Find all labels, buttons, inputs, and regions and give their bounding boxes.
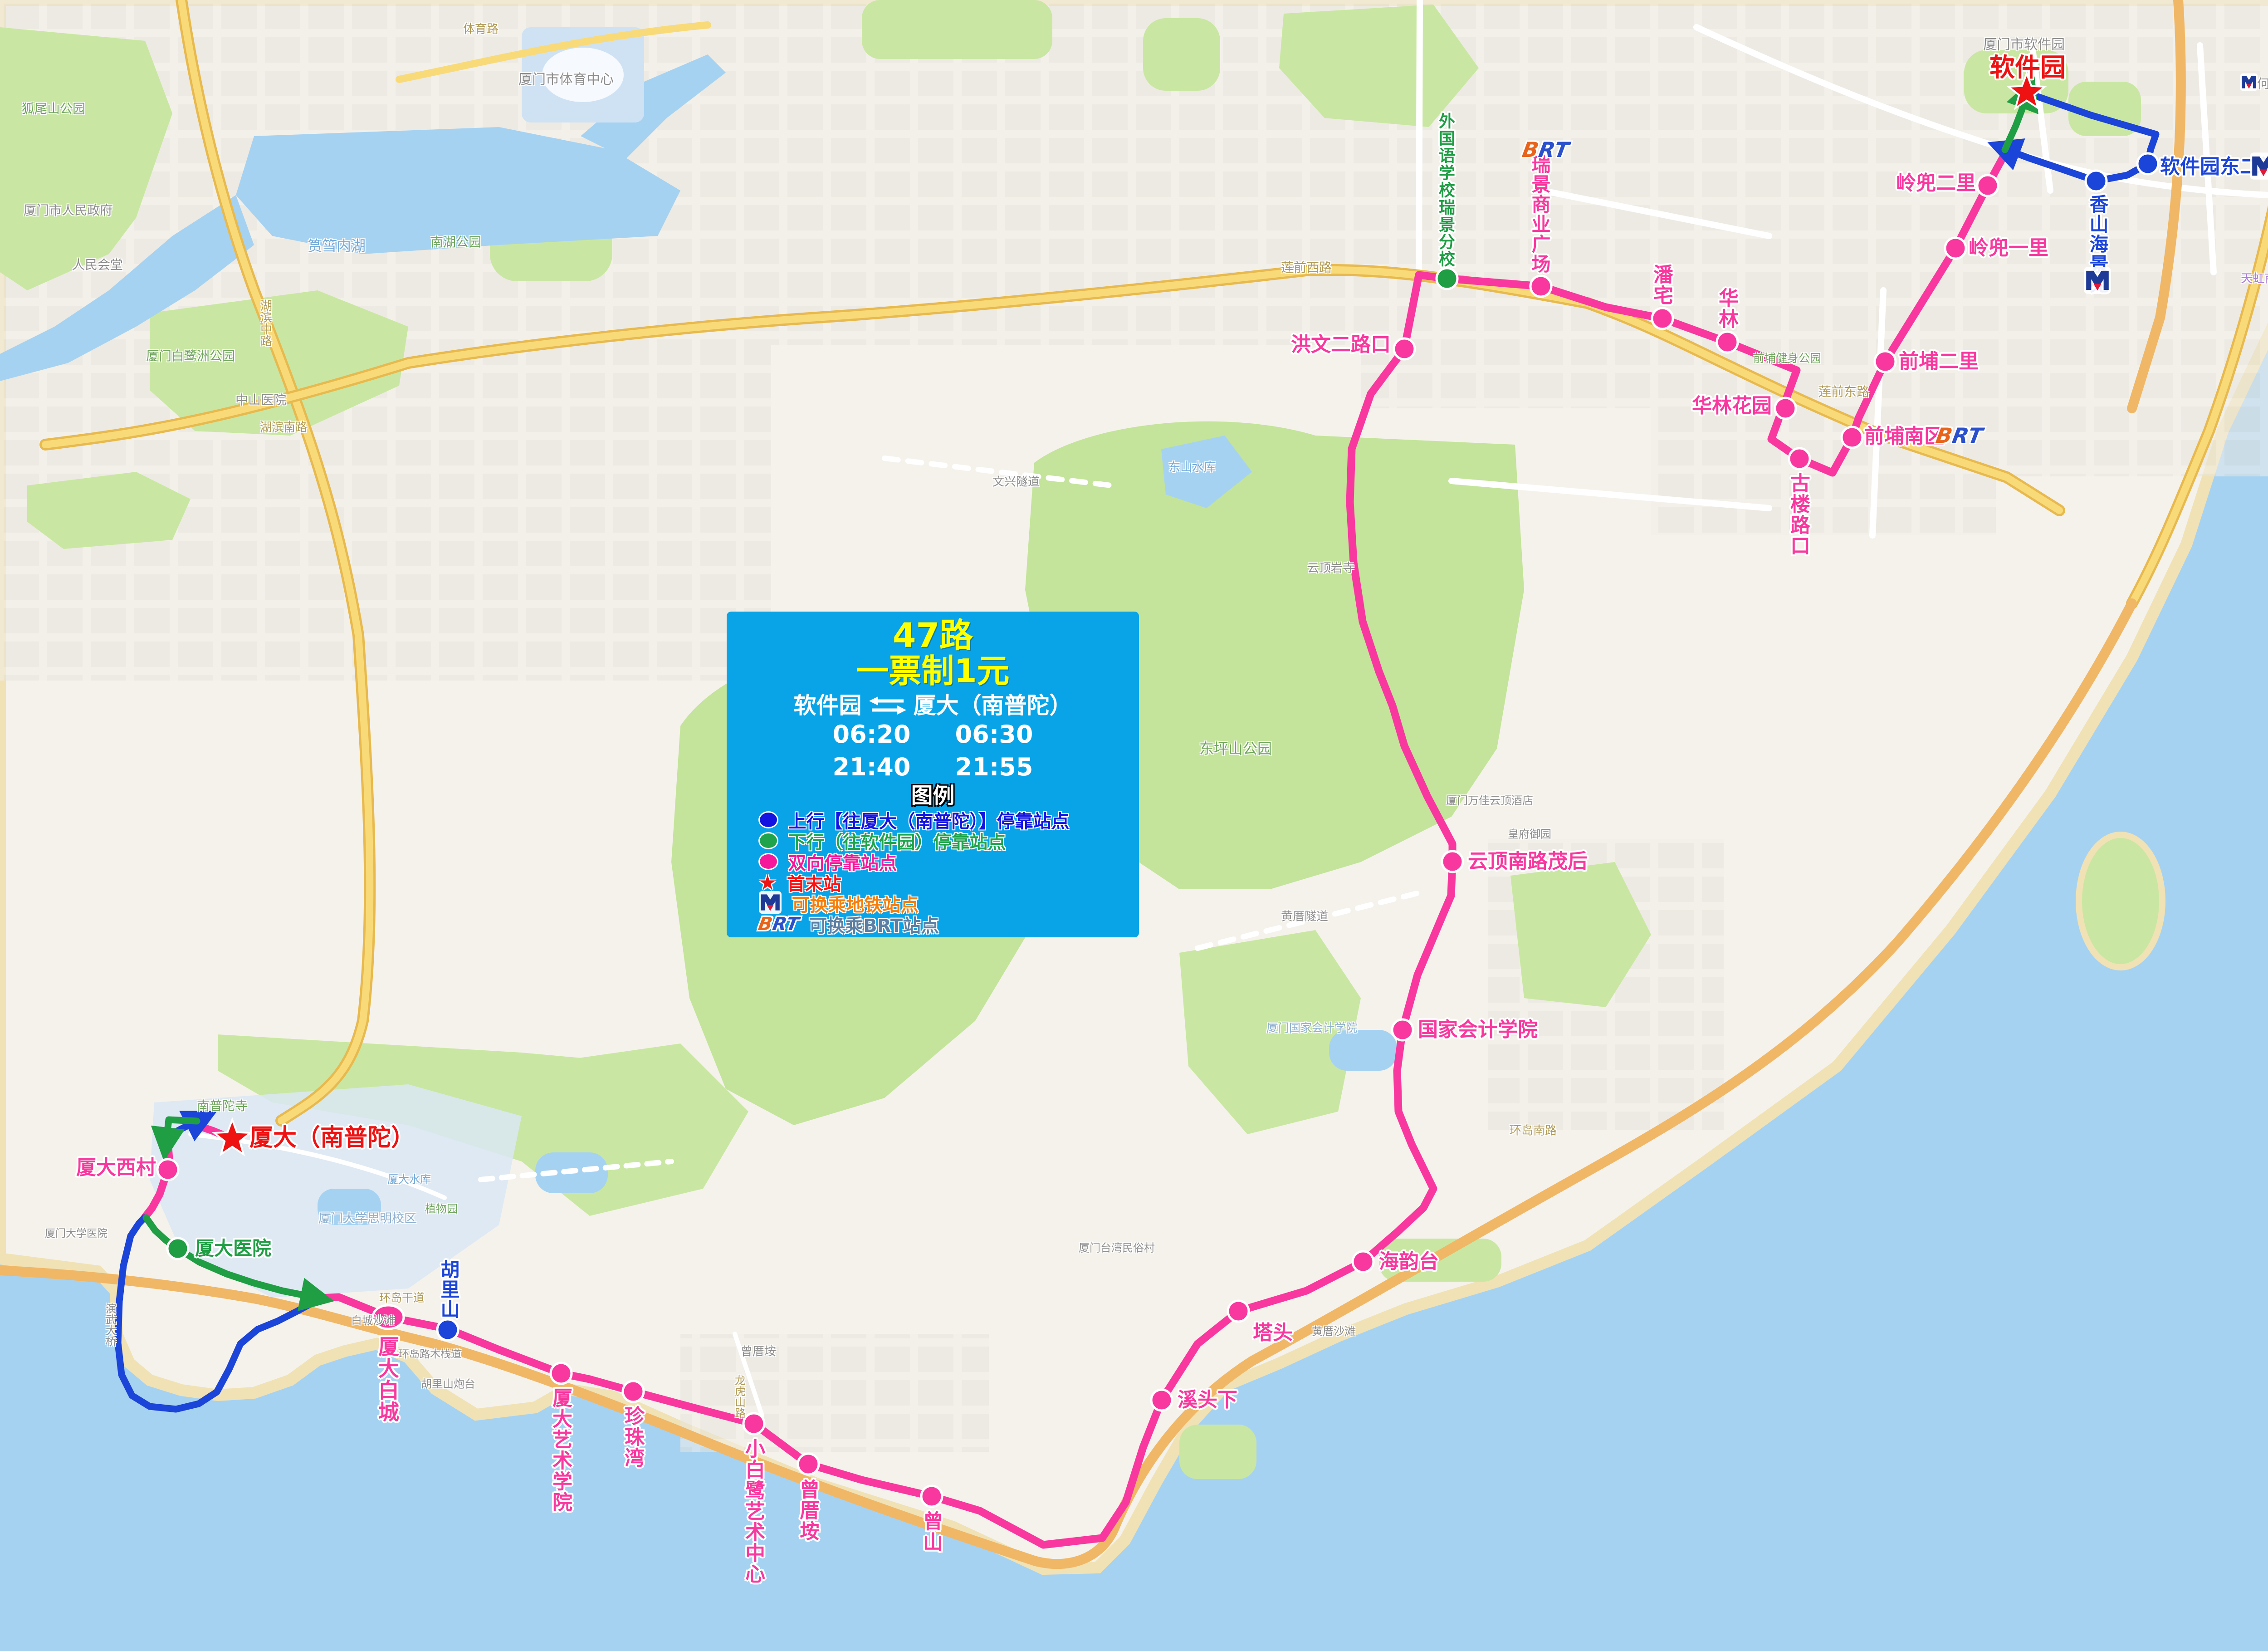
station-label-厦大医院: 厦大医院 <box>195 1239 271 1259</box>
map-label-环岛路木栈道: 环岛路木栈道 <box>399 1345 461 1361</box>
station-label-胡里山: 胡里山 <box>439 1259 458 1319</box>
station-label-国家会计学院: 国家会计学院 <box>1418 1019 1538 1040</box>
map-label-东山水库: 东山水库 <box>1168 458 1216 475</box>
map-label-厦门市软件园: 厦门市软件园 <box>1983 33 2065 53</box>
map-label-胡里山炮台: 胡里山炮台 <box>421 1375 475 1391</box>
map-label-筼筜内湖: 筼筜内湖 <box>308 235 366 255</box>
map-label-厦大水库: 厦大水库 <box>387 1171 431 1186</box>
station-label-华林: 华林 <box>1716 288 1736 329</box>
legend-row-brt: BRT 可换乘BRT站点 <box>740 914 939 935</box>
brt-icon: BRT <box>1523 137 1569 162</box>
station-label-塔头: 塔头 <box>1253 1323 1293 1343</box>
last-departure-left: 21:40 <box>813 754 931 780</box>
map-label-南湖公园: 南湖公园 <box>430 232 481 250</box>
brt-icon: BRT <box>1936 423 1983 448</box>
timetable: 06:20 06:30 21:40 21:55 <box>813 721 1053 780</box>
map-label-黄厝隧道: 黄厝隧道 <box>1281 907 1328 924</box>
station-label-厦大艺术学院: 厦大艺术学院 <box>550 1387 570 1513</box>
fare: 一票制1元 <box>856 653 1009 689</box>
map-label-植物园: 植物园 <box>425 1200 458 1216</box>
map-label-湖滨中路: 湖滨中路 <box>257 299 274 347</box>
map-label-厦门国家会计学院: 厦门国家会计学院 <box>1266 1019 1357 1035</box>
map-label-黄厝沙滩: 黄厝沙滩 <box>1312 1323 1355 1338</box>
map-label-厦门大学医院: 厦门大学医院 <box>45 1225 108 1240</box>
route-number: 47路 <box>893 618 973 653</box>
map-label-中山医院: 中山医院 <box>235 390 286 408</box>
map-label-皇府御园: 皇府御园 <box>1508 825 1551 841</box>
station-label-前埔南区: 前埔南区 <box>1864 426 1944 447</box>
map-label-何厝: 何厝 <box>2257 74 2268 92</box>
map-label-狐尾山公园: 狐尾山公园 <box>22 99 85 117</box>
first-departure-right: 06:30 <box>935 721 1053 748</box>
station-label-小白鹭艺术中心: 小白鹭艺术中心 <box>743 1438 763 1584</box>
map-label-白城沙滩: 白城沙滩 <box>351 1312 395 1328</box>
station-label-珍珠湾: 珍珠湾 <box>622 1406 642 1468</box>
station-label-厦大白城: 厦大白城 <box>377 1336 398 1423</box>
station-label-洪文二路口: 洪文二路口 <box>1291 334 1391 355</box>
terminal-right: 厦大（南普陀） <box>914 693 1072 718</box>
map-label-厦门台湾民俗村: 厦门台湾民俗村 <box>1079 1239 1155 1255</box>
map-label-南普陀寺: 南普陀寺 <box>197 1096 248 1114</box>
down-stop-dot-icon <box>758 832 778 849</box>
terminal-left: 软件园 <box>794 693 862 718</box>
station-label-古楼路口: 古楼路口 <box>1788 473 1808 556</box>
station-label-岭兜二里: 岭兜二里 <box>1896 173 1976 194</box>
endpoints: 软件园 厦大（南普陀） <box>794 693 1072 718</box>
bus-route-map: 软件园软件园东二门香山海景苑岭兜二里岭兜一里前埔二里前埔南区古楼路口华林花园华林… <box>0 0 2268 1651</box>
map-label-厦门市体育中心: 厦门市体育中心 <box>518 68 614 88</box>
station-label-云顶南路茂后: 云顶南路茂后 <box>1468 851 1588 872</box>
station-label-厦大西村: 厦大西村 <box>76 1157 156 1178</box>
metro-icon <box>758 891 782 916</box>
map-label-人民会堂: 人民会堂 <box>72 255 123 273</box>
station-label-厦大（南普陀）: 厦大（南普陀） <box>249 1126 415 1150</box>
station-label-曾山: 曾山 <box>921 1511 941 1553</box>
map-label-前埔健身公园: 前埔健身公园 <box>1753 349 1821 366</box>
map-label-云顶岩寺: 云顶岩寺 <box>1307 559 1354 576</box>
map-label-莲前东路: 莲前东路 <box>1818 382 1869 400</box>
map-label-体育路: 体育路 <box>463 20 499 37</box>
legend-title: 图例 <box>911 784 954 808</box>
map-label-厦门大学思明校区: 厦门大学思明校区 <box>318 1209 416 1226</box>
map-label-厦门万佳云顶酒店: 厦门万佳云顶酒店 <box>1446 792 1533 808</box>
both-stop-dot-icon <box>758 853 778 870</box>
first-departure-left: 06:20 <box>813 721 931 748</box>
station-label-海韵台: 海韵台 <box>1379 1251 1439 1272</box>
map-label-文兴隧道: 文兴隧道 <box>992 473 1040 490</box>
station-label-外国语学校瑞景分校: 外国语学校瑞景分校 <box>1437 113 1453 268</box>
map-label-莲前西路: 莲前西路 <box>1281 258 1332 276</box>
map-label-演武大桥: 演武大桥 <box>103 1303 118 1347</box>
up-stop-dot-icon <box>758 811 778 828</box>
brt-icon: BRT <box>756 914 801 935</box>
station-label-潘宅: 潘宅 <box>1651 264 1671 306</box>
two-way-arrow-icon <box>868 696 907 715</box>
map-label-天虹商场: 天虹商场 <box>2241 269 2268 286</box>
metro-icon <box>2249 152 2268 182</box>
map-label-曾厝垵: 曾厝垵 <box>741 1342 776 1359</box>
map-label-厦门白鹭洲公园: 厦门白鹭洲公园 <box>146 346 235 364</box>
station-label-瑞景商业广场: 瑞景商业广场 <box>1530 154 1549 274</box>
station-label-华林花园: 华林花园 <box>1692 396 1772 416</box>
station-label-溪头下: 溪头下 <box>1178 1390 1237 1411</box>
map-label-湖滨南路: 湖滨南路 <box>260 418 307 435</box>
legend: 上行【往厦大（南普陀）】停靠站点 下行（往软件园）停靠站点 双向停靠站点 ★ 首… <box>740 809 1126 935</box>
station-label-软件园: 软件园 <box>1989 55 2066 81</box>
map-label-厦门市人民政府: 厦门市人民政府 <box>24 201 112 219</box>
map-label-环岛干道: 环岛干道 <box>379 1289 425 1305</box>
metro-icon <box>2240 73 2258 93</box>
metro-icon <box>2083 266 2112 296</box>
station-label-前埔二里: 前埔二里 <box>1899 351 1979 372</box>
station-label-曾厝垵: 曾厝垵 <box>797 1479 817 1542</box>
map-label-环岛南路: 环岛南路 <box>1510 1122 1557 1138</box>
map-label-龙虎山路: 龙虎山路 <box>732 1375 748 1418</box>
map-label-东坪山公园: 东坪山公园 <box>1199 737 1272 758</box>
info-box: 47路 一票制1元 软件园 厦大（南普陀） 06:20 06:30 21:40 … <box>727 612 1139 937</box>
last-departure-right: 21:55 <box>935 754 1053 780</box>
terminal-star-icon: ★ <box>758 873 777 892</box>
legend-label: 可换乘BRT站点 <box>809 911 939 937</box>
station-label-岭兜一里: 岭兜一里 <box>1969 238 2048 259</box>
